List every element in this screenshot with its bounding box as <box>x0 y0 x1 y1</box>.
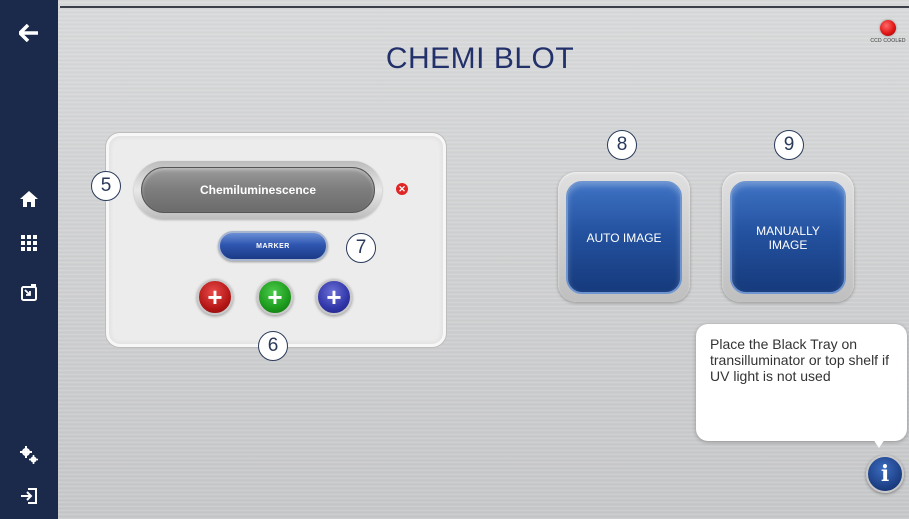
arrow-left-icon <box>19 24 39 42</box>
sidebar-item-home[interactable] <box>0 181 58 217</box>
sign-in-icon <box>20 487 38 505</box>
sidebar-item-settings[interactable] <box>0 437 58 473</box>
info-tooltip: Place the Black Tray on transilluminator… <box>696 324 907 441</box>
tooltip-tail <box>873 439 885 448</box>
manually-image-label: MANUALLY IMAGE <box>756 224 820 252</box>
tooltip-text: Place the Black Tray on transilluminator… <box>710 336 889 384</box>
back-button[interactable] <box>0 15 58 51</box>
grid-icon <box>21 235 37 251</box>
manually-image-button[interactable]: MANUALLY IMAGE <box>730 181 846 294</box>
add-blue-button[interactable]: + <box>316 279 352 315</box>
sidebar-item-apps[interactable] <box>0 225 58 261</box>
auto-image-button[interactable]: AUTO IMAGE <box>566 181 682 294</box>
gears-icon <box>19 445 39 465</box>
ccd-status-indicator <box>880 20 896 36</box>
info-icon: i <box>880 461 890 487</box>
auto-image-label: AUTO IMAGE <box>586 230 662 245</box>
top-divider <box>60 6 909 8</box>
image-import-icon <box>20 284 38 302</box>
manually-image-label-line2: IMAGE <box>768 237 808 252</box>
home-icon <box>20 191 38 207</box>
callout-8: 8 <box>607 130 637 160</box>
logout-button[interactable] <box>0 478 58 514</box>
close-icon[interactable]: ✕ <box>396 183 408 195</box>
callout-5: 5 <box>91 171 121 201</box>
callout-6: 6 <box>258 331 288 361</box>
callout-7: 7 <box>346 233 376 263</box>
marker-button[interactable]: MARKER <box>218 231 328 261</box>
manually-image-label-line1: MANUALLY <box>756 223 820 238</box>
add-red-button[interactable]: + <box>197 279 233 315</box>
info-button[interactable]: i <box>866 455 904 493</box>
mode-button[interactable]: Chemiluminescence <box>141 167 375 213</box>
add-green-button[interactable]: + <box>257 279 293 315</box>
page-title: CHEMI BLOT <box>385 42 575 75</box>
sidebar <box>0 0 58 519</box>
sidebar-item-gallery[interactable] <box>0 275 58 311</box>
ccd-status: CCD COOLED <box>868 20 908 44</box>
callout-9: 9 <box>774 130 804 160</box>
ccd-status-label: CCD COOLED <box>870 38 906 44</box>
